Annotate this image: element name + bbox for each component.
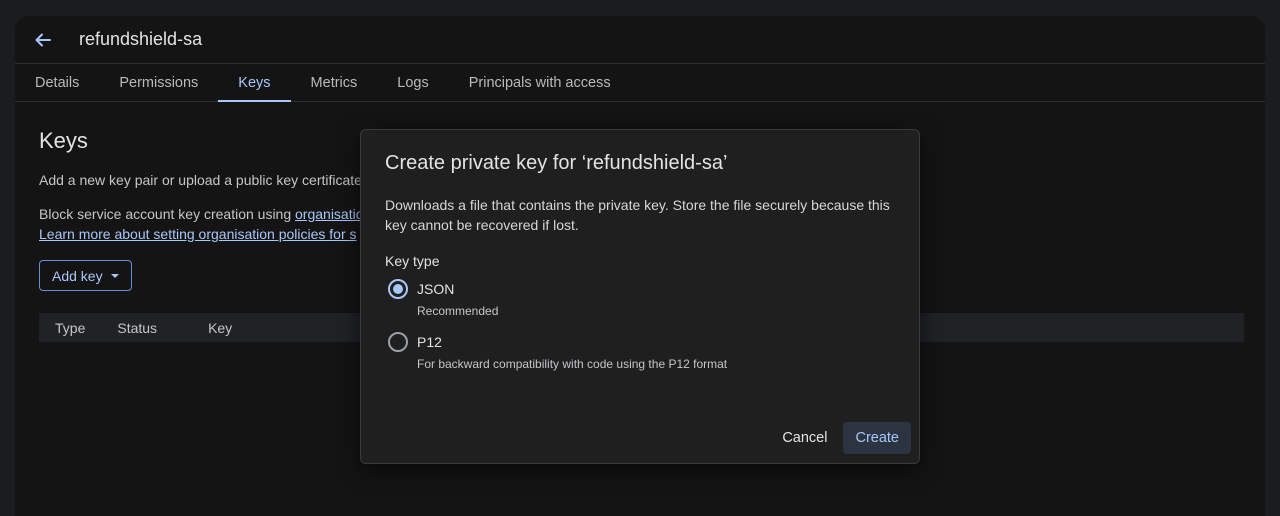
- dialog-actions: Cancel Create: [772, 422, 911, 454]
- column-header-type[interactable]: Type: [39, 320, 85, 336]
- key-type-option-p12[interactable]: P12 For backward compatibility with code…: [385, 332, 895, 371]
- key-type-option-json[interactable]: JSON Recommended: [385, 279, 895, 318]
- tab-keys[interactable]: Keys: [218, 64, 291, 102]
- tab-details[interactable]: Details: [15, 64, 99, 101]
- dialog-description: Downloads a file that contains the priva…: [385, 197, 890, 233]
- page-header: refundshield-sa: [15, 16, 1265, 64]
- option-label-json: JSON: [417, 281, 455, 297]
- dialog-title: Create private key for ‘refundshield-sa’: [385, 152, 728, 174]
- tab-permissions[interactable]: Permissions: [99, 64, 218, 101]
- option-label-p12: P12: [417, 334, 442, 350]
- option-text-p12: P12 For backward compatibility with code…: [417, 332, 727, 371]
- option-text-json: JSON Recommended: [417, 279, 498, 318]
- tab-principals-with-access[interactable]: Principals with access: [449, 64, 631, 101]
- column-header-status[interactable]: Status: [85, 320, 157, 336]
- create-button[interactable]: Create: [843, 422, 911, 454]
- learn-more-link[interactable]: Learn more about setting organisation po…: [39, 226, 357, 242]
- caret-down-icon: [110, 273, 119, 278]
- column-header-key[interactable]: Key: [157, 320, 232, 336]
- key-type-label: Key type: [385, 253, 440, 269]
- tab-logs[interactable]: Logs: [377, 64, 448, 101]
- create-private-key-dialog: Create private key for ‘refundshield-sa’…: [360, 129, 920, 464]
- organisation-policy-link[interactable]: organisatio: [295, 206, 364, 222]
- radio-p12[interactable]: [388, 332, 408, 352]
- cancel-button[interactable]: Cancel: [772, 422, 837, 454]
- tab-metrics[interactable]: Metrics: [291, 64, 378, 101]
- page-title: refundshield-sa: [79, 29, 203, 49]
- arrow-back-icon[interactable]: [33, 30, 53, 50]
- option-help-json: Recommended: [417, 304, 499, 318]
- tab-bar: Details Permissions Keys Metrics Logs Pr…: [15, 64, 1265, 102]
- radio-json[interactable]: [388, 279, 408, 299]
- add-key-button[interactable]: Add key: [39, 260, 132, 291]
- policy-prefix: Block service account key creation using: [39, 206, 296, 222]
- option-help-p12: For backward compatibility with code usi…: [417, 357, 728, 371]
- add-key-label: Add key: [52, 267, 103, 284]
